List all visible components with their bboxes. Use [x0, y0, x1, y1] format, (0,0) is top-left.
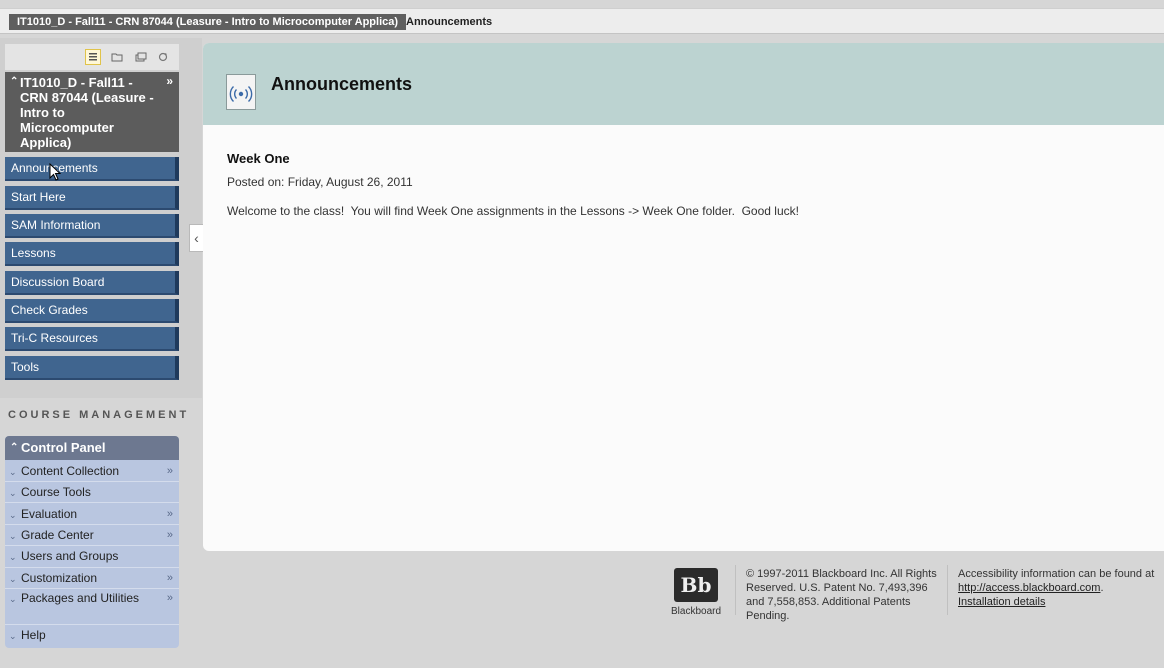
nav-item-tools[interactable]: Tools	[5, 356, 179, 380]
footer-divider	[735, 565, 736, 615]
collapse-up-icon: ⌃	[10, 442, 19, 453]
expand-down-icon: ⌄	[9, 510, 17, 520]
cp-item-label: Help	[21, 628, 46, 642]
cp-item-course-tools[interactable]: ⌄ Course Tools	[5, 482, 179, 503]
page-header: Announcements	[203, 43, 1164, 125]
breadcrumb: IT1010_D - Fall11 - CRN 87044 (Leasure -…	[0, 8, 1164, 34]
blackboard-logo[interactable]: Bb Blackboard	[671, 568, 721, 620]
announcement-title: Week One	[227, 151, 290, 166]
installation-details-link[interactable]: Installation details	[958, 595, 1158, 609]
blackboard-logo-mark: Bb	[674, 568, 718, 602]
course-management-title: COURSE MANAGEMENT	[8, 409, 190, 421]
expand-down-icon: ⌄	[9, 467, 17, 477]
breadcrumb-course-link[interactable]: IT1010_D - Fall11 - CRN 87044 (Leasure -…	[9, 14, 407, 30]
chevron-right-icon: »	[166, 572, 173, 584]
new-window-icon[interactable]	[133, 49, 149, 65]
announcements-icon	[226, 74, 256, 110]
expand-down-icon: ⌄	[9, 574, 17, 584]
nav-item-check-grades[interactable]: Check Grades	[5, 299, 179, 323]
cp-item-label: Content Collection	[21, 464, 120, 478]
course-menu-title[interactable]: ⌃ IT1010_D - Fall11 - CRN 87044 (Leasure…	[5, 72, 179, 152]
cp-item-label: Grade Center	[21, 528, 94, 542]
nav-item-tri-c-resources[interactable]: Tri-C Resources	[5, 327, 179, 351]
cp-item-label: Evaluation	[21, 507, 78, 521]
expand-down-icon: ⌄	[9, 631, 17, 641]
chevron-right-icon: »	[166, 592, 173, 604]
expand-down-icon: ⌄	[9, 488, 17, 498]
footer-divider	[947, 565, 948, 615]
chevron-right-icon: »	[166, 508, 173, 520]
cp-item-label: Users and Groups	[21, 549, 119, 563]
cp-item-label: Packages and Utilities	[21, 591, 140, 605]
course-title-text: IT1010_D - Fall11 - CRN 87044 (Leasure -…	[20, 75, 154, 150]
accessibility-period: .	[1100, 582, 1104, 594]
mouse-cursor-icon	[49, 163, 61, 181]
announcement-date: Posted on: Friday, August 26, 2011	[227, 175, 413, 189]
cp-item-help[interactable]: ⌄ Help	[5, 625, 179, 646]
control-panel: ⌃ Control Panel ⌄ Content Collection » ⌄…	[5, 436, 179, 648]
expand-down-icon: ⌄	[9, 531, 17, 541]
list-view-icon[interactable]	[85, 49, 101, 65]
course-menu: ⌃ IT1010_D - Fall11 - CRN 87044 (Leasure…	[0, 38, 202, 398]
cp-item-users-and-groups[interactable]: ⌄ Users and Groups	[5, 546, 179, 568]
blackboard-logo-word: Blackboard	[671, 606, 722, 617]
expand-down-icon: ⌄	[9, 594, 17, 604]
cp-item-grade-center[interactable]: ⌄ Grade Center »	[5, 525, 179, 546]
control-panel-header[interactable]: ⌃ Control Panel	[5, 436, 179, 460]
cp-item-label: Course Tools	[21, 485, 91, 499]
announcement-body: Welcome to the class! You will find Week…	[227, 204, 799, 218]
cp-item-label: Customization	[21, 571, 98, 585]
collapse-menu-button[interactable]: ‹	[189, 224, 203, 252]
expand-right-icon[interactable]: »	[166, 74, 173, 89]
nav-item-announcements[interactable]: Announcements	[5, 157, 179, 181]
copyright-text: © 1997-2011 Blackboard Inc. All Rights R…	[746, 568, 937, 622]
refresh-icon[interactable]	[155, 49, 171, 65]
accessibility-link[interactable]: http://access.blackboard.com	[958, 582, 1100, 594]
cp-item-packages-and-utilities[interactable]: ⌄ Packages and Utilities »	[5, 589, 179, 625]
expand-down-icon: ⌄	[9, 552, 17, 562]
chevron-right-icon: »	[166, 465, 173, 477]
folder-view-icon[interactable]	[109, 49, 125, 65]
nav-item-lessons[interactable]: Lessons	[5, 242, 179, 266]
accessibility-text: Accessibility information can be found a…	[958, 568, 1155, 580]
page-title: Announcements	[271, 74, 413, 94]
cp-item-evaluation[interactable]: ⌄ Evaluation »	[5, 503, 179, 525]
chevron-left-icon: ‹	[194, 230, 199, 246]
nav-item-sam-information[interactable]: SAM Information	[5, 214, 179, 238]
course-menu-toolbar	[5, 44, 179, 70]
breadcrumb-current: Announcements	[406, 16, 493, 28]
cp-item-content-collection[interactable]: ⌄ Content Collection »	[5, 461, 179, 482]
chevron-right-icon: »	[166, 529, 173, 541]
control-panel-title: Control Panel	[21, 440, 106, 455]
nav-item-discussion-board[interactable]: Discussion Board	[5, 271, 179, 295]
content-area: Announcements Week One Posted on: Friday…	[203, 43, 1164, 551]
accessibility-info: Accessibility information can be found a…	[958, 567, 1158, 609]
cp-item-customization[interactable]: ⌄ Customization »	[5, 568, 179, 589]
collapse-up-icon[interactable]: ⌃	[10, 74, 18, 89]
nav-item-start-here[interactable]: Start Here	[5, 186, 179, 210]
